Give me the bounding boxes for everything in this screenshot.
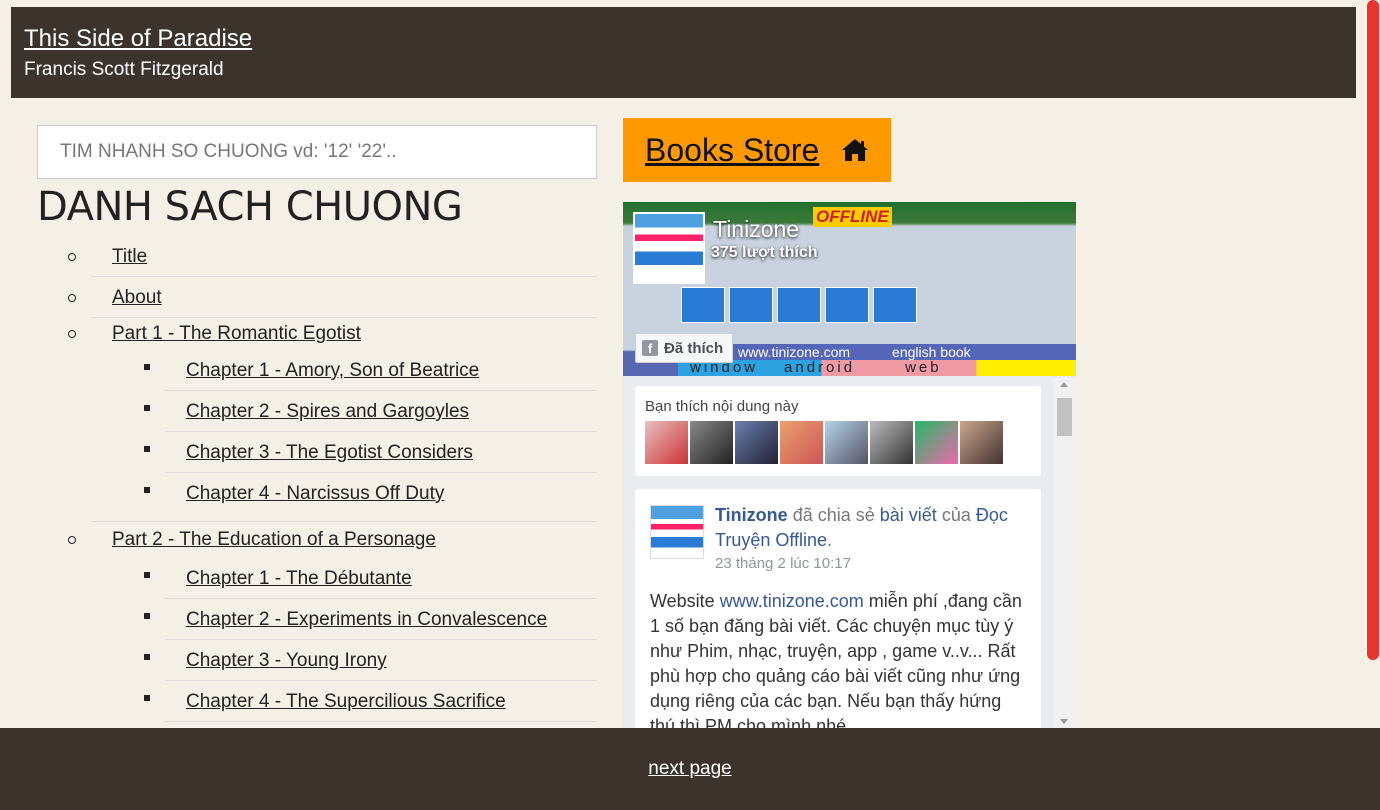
part-link[interactable]: Part 1 - The Romantic Egotist	[112, 318, 361, 350]
fan-avatar[interactable]	[690, 421, 733, 464]
cover-english-text: english book	[892, 344, 971, 360]
fan-avatars	[645, 421, 1031, 464]
chapter-link[interactable]: Chapter 1 - Amory, Son of Beatrice	[186, 350, 479, 391]
post-body-link[interactable]: www.tinizone.com	[720, 591, 864, 611]
circle-bullet-icon	[68, 536, 76, 544]
square-bullet-icon	[144, 405, 150, 411]
square-bullet-icon	[144, 572, 150, 578]
facebook-icon: f	[642, 340, 658, 356]
chapter-search-input[interactable]	[37, 125, 597, 179]
widget-scrollbar-thumb[interactable]	[1057, 398, 1072, 436]
page-avatar[interactable]	[633, 212, 705, 284]
post-body-prefix: Website	[650, 591, 715, 611]
list-item: Chapter 4 - The Supercilious Sacrifice	[37, 681, 597, 722]
chapter-link[interactable]: Chapter 2 - Spires and Gargoyles	[186, 391, 469, 432]
next-page-link[interactable]: next page	[648, 758, 731, 780]
cover-tile	[873, 287, 917, 323]
list-item: Chapter 2 - Spires and Gargoyles	[37, 391, 597, 432]
widget-scrollbar[interactable]	[1053, 378, 1076, 728]
books-store-button[interactable]: Books Store	[623, 118, 891, 182]
chapter-link[interactable]: Title	[112, 236, 147, 277]
list-item: Chapter 3 - The Egotist Considers	[37, 432, 597, 473]
list-item: About	[37, 277, 597, 318]
square-bullet-icon	[144, 364, 150, 370]
circle-bullet-icon	[68, 330, 76, 338]
cover-tile	[681, 287, 725, 323]
fan-avatar[interactable]	[780, 421, 823, 464]
cover-platform-strip: window android web	[678, 360, 1076, 376]
cover-android-text: android	[784, 359, 856, 376]
chapter-link[interactable]: Chapter 3 - Young Irony	[186, 640, 387, 681]
list-item: Chapter 3 - Young Irony	[37, 640, 597, 681]
post-shared-text: đã chia sẻ	[792, 505, 875, 525]
fans-panel: Bạn thích nội dung này	[635, 386, 1041, 476]
cover-offline-label: OFFLINE	[813, 207, 892, 227]
post-body: Website www.tinizone.com miễn phí ,đang …	[650, 589, 1026, 728]
scroll-down-arrow-icon[interactable]	[1060, 719, 1068, 724]
page-footer: next page	[0, 728, 1380, 810]
list-item: Chapter 1 - Amory, Son of Beatrice	[37, 350, 597, 391]
chapter-link[interactable]: Chapter 2 - Experiments in Convalescence	[186, 599, 547, 640]
fan-avatar[interactable]	[960, 421, 1003, 464]
facebook-cover-image[interactable]: OFFLINE www.tinizone.com english book win…	[623, 202, 1076, 376]
cover-tile	[777, 287, 821, 323]
home-icon	[842, 139, 869, 161]
page-like-count: 375 lượt thích	[711, 244, 818, 261]
book-title-link[interactable]: This Side of Paradise	[24, 24, 252, 54]
square-bullet-icon	[144, 654, 150, 660]
chapter-link[interactable]: About	[112, 277, 162, 318]
fan-avatar[interactable]	[825, 421, 868, 464]
page-header: This Side of Paradise Francis Scott Fitz…	[11, 7, 1356, 98]
square-bullet-icon	[144, 695, 150, 701]
page-scrollbar-thumb[interactable]	[1367, 0, 1379, 660]
list-item: Chapter 1 - The Débutante	[37, 558, 597, 599]
page-name[interactable]: Tinizone	[713, 216, 799, 243]
chapter-link[interactable]: Chapter 1 - The Débutante	[186, 558, 412, 599]
square-bullet-icon	[144, 446, 150, 452]
chapter-link[interactable]: Chapter 4 - Narcissus Off Duty	[186, 473, 444, 514]
list-item: Chapter 2 - Experiments in Convalescence	[37, 599, 597, 640]
square-bullet-icon	[144, 613, 150, 619]
post-body-text: miễn phí ,đang cần 1 số bạn đăng bài viế…	[650, 591, 1022, 728]
fan-avatar[interactable]	[735, 421, 778, 464]
scroll-up-arrow-icon[interactable]	[1060, 382, 1068, 387]
cover-tile	[729, 287, 773, 323]
book-author: Francis Scott Fitzgerald	[24, 59, 224, 80]
list-item: Part 1 - The Romantic Egotist	[37, 318, 597, 350]
liked-button-label: Đã thích	[664, 339, 724, 357]
cover-url-text: www.tinizone.com	[738, 344, 851, 360]
books-store-label: Books Store	[645, 131, 820, 168]
fans-caption: Bạn thích nội dung này	[645, 398, 799, 415]
chapter-link[interactable]: Chapter 4 - The Supercilious Sacrifice	[186, 681, 506, 722]
chapter-link[interactable]: Chapter 3 - The Egotist Considers	[186, 432, 473, 473]
list-item: Chapter 4 - Narcissus Off Duty	[37, 473, 597, 514]
circle-bullet-icon	[68, 253, 76, 261]
post-meta: Tinizone đã chia sẻ bài viết của Đọc Tru…	[715, 503, 1026, 575]
circle-bullet-icon	[68, 294, 76, 302]
page-scrollbar[interactable]	[1364, 0, 1380, 810]
post-timestamp[interactable]: 23 tháng 2 lúc 10:17	[715, 553, 1026, 575]
cover-url-strip: www.tinizone.com english book	[728, 344, 1076, 360]
list-item: Part 2 - The Education of a Personage	[37, 524, 597, 558]
divider	[91, 514, 597, 522]
square-bullet-icon	[144, 487, 150, 493]
list-item: Title	[37, 236, 597, 277]
fan-avatar[interactable]	[645, 421, 688, 464]
post-author[interactable]: Tinizone	[715, 505, 788, 525]
part-link[interactable]: Part 2 - The Education of a Personage	[112, 524, 436, 556]
fan-avatar[interactable]	[870, 421, 913, 464]
facebook-page-widget: OFFLINE www.tinizone.com english book win…	[623, 202, 1076, 728]
cover-web-text: web	[905, 359, 942, 376]
liked-button[interactable]: f Đã thích	[635, 333, 734, 363]
chapter-list: Title About Part 1 - The Romantic Egotis…	[37, 236, 597, 722]
post-author-avatar[interactable]	[650, 505, 704, 559]
toc-heading: DANH SACH CHUONG	[37, 184, 463, 230]
facebook-post: Tinizone đã chia sẻ bài viết của Đọc Tru…	[635, 489, 1041, 728]
divider	[165, 721, 597, 722]
fan-avatar[interactable]	[915, 421, 958, 464]
post-of-text: của	[941, 505, 971, 525]
cover-tile	[825, 287, 869, 323]
post-link[interactable]: bài viết	[880, 505, 937, 525]
